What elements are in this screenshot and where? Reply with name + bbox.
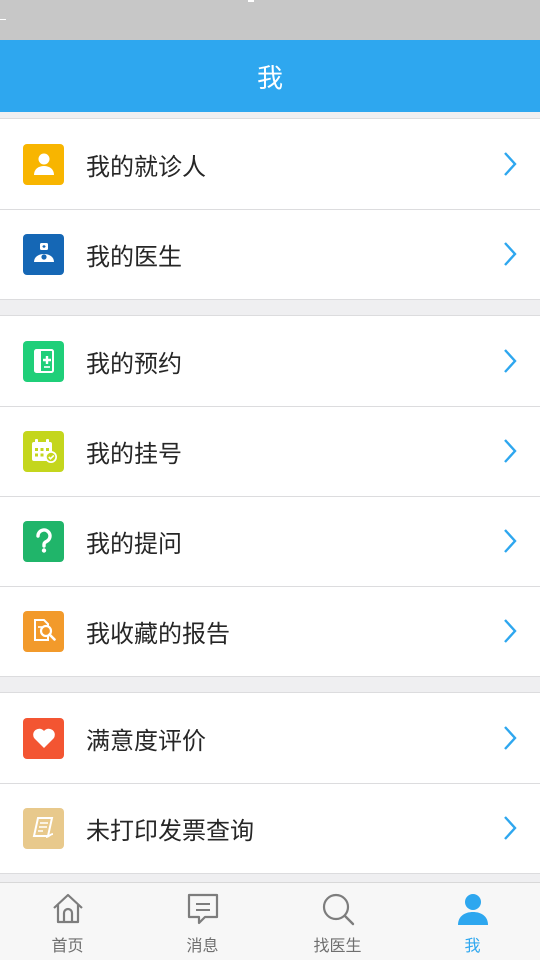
message-icon: [187, 893, 218, 925]
bottom-tab-bar: 首页 消息 找医生 我: [0, 882, 540, 960]
chevron-right-icon: [504, 529, 517, 553]
menu-item-label: 我的就诊人: [86, 152, 206, 181]
chevron-right-icon: [504, 439, 517, 463]
menu-group-feedback: 满意度评价 未打印发票查询: [0, 692, 540, 874]
menu-item-label: 我的挂号: [86, 439, 182, 468]
chevron-right-icon: [504, 619, 517, 643]
menu-item-my-patients[interactable]: 我的就诊人: [0, 119, 540, 209]
search-icon: [322, 893, 354, 926]
menu-item-label: 我的医生: [86, 242, 182, 271]
home-icon: [52, 893, 83, 924]
menu-item-label: 未打印发票查询: [86, 816, 254, 845]
tab-label: 我: [464, 936, 481, 955]
calendar-check-icon: [23, 430, 64, 472]
menu-item-satisfaction[interactable]: 满意度评价: [0, 693, 540, 783]
menu-list: 我的就诊人 我的医生 我的预约 我的挂号 我的提问 我收藏的报告 满意度评价 未…: [0, 112, 540, 882]
menu-item-saved-reports[interactable]: 我收藏的报告: [0, 586, 540, 676]
menu-item-my-appointments[interactable]: 我的预约: [0, 316, 540, 406]
status-bar-mark: [0, 19, 6, 20]
chevron-right-icon: [504, 152, 517, 176]
tab-messages[interactable]: 消息: [135, 883, 270, 960]
heart-icon: [23, 717, 64, 759]
menu-item-label: 我收藏的报告: [86, 619, 230, 648]
tab-me[interactable]: 我: [405, 883, 540, 960]
menu-item-my-registrations[interactable]: 我的挂号: [0, 406, 540, 496]
menu-group-services: 我的预约 我的挂号 我的提问 我收藏的报告: [0, 315, 540, 677]
tab-home[interactable]: 首页: [0, 883, 135, 960]
page-title: 我: [256, 63, 283, 94]
doctor-icon: [23, 233, 64, 275]
tab-label: 首页: [51, 936, 84, 955]
menu-item-label: 我的预约: [86, 349, 182, 378]
app-header: 我: [0, 40, 540, 112]
appointment-icon: [23, 340, 64, 382]
invoice-icon: [23, 807, 64, 849]
status-bar: [0, 0, 540, 40]
tab-find-doctor[interactable]: 找医生: [270, 883, 405, 960]
patient-icon: [23, 143, 64, 185]
question-icon: [23, 520, 64, 562]
report-search-icon: [23, 610, 64, 652]
menu-item-my-doctors[interactable]: 我的医生: [0, 209, 540, 299]
menu-item-label: 满意度评价: [86, 726, 206, 755]
menu-item-my-questions[interactable]: 我的提问: [0, 496, 540, 586]
chevron-right-icon: [504, 726, 517, 750]
tab-label: 找医生: [313, 936, 362, 955]
chevron-right-icon: [504, 242, 517, 266]
person-icon: [457, 894, 488, 925]
chevron-right-icon: [504, 816, 517, 840]
tab-label: 消息: [186, 936, 219, 955]
status-bar-indicator: [248, 0, 254, 2]
menu-group-patients: 我的就诊人 我的医生: [0, 118, 540, 300]
menu-item-label: 我的提问: [86, 529, 182, 558]
chevron-right-icon: [504, 349, 517, 373]
menu-item-unprinted-invoices[interactable]: 未打印发票查询: [0, 783, 540, 873]
